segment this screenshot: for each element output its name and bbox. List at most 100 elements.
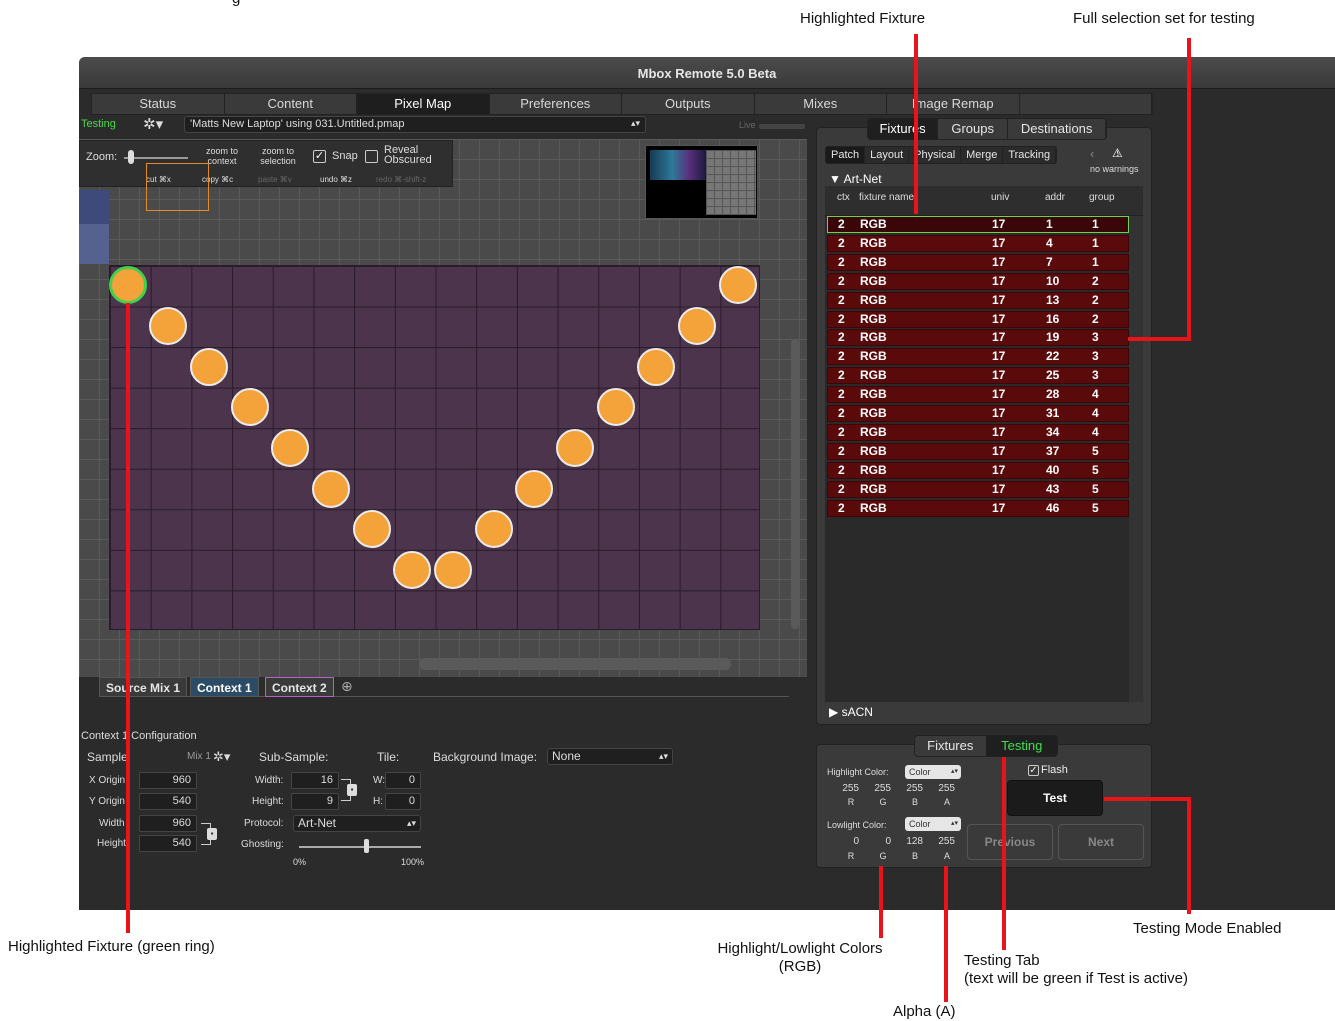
col-ctx[interactable]: ctx	[837, 192, 850, 203]
background-image-select[interactable]: None ▴▾	[547, 748, 673, 765]
next-button[interactable]: Next	[1058, 824, 1144, 860]
tab-pixel-map[interactable]: Pixel Map	[357, 94, 490, 114]
tab-fixtures-test[interactable]: Fixtures	[915, 736, 987, 756]
highlight-r-value[interactable]: 255	[839, 783, 859, 794]
highlight-a-value[interactable]: 255	[935, 783, 955, 794]
tab-status[interactable]: Status	[92, 94, 225, 114]
fixture[interactable]	[434, 551, 472, 589]
vertical-scrollbar[interactable]	[791, 339, 799, 629]
table-row[interactable]: 2 RGB 17 28 4	[827, 386, 1129, 404]
reveal-obscured-checkbox[interactable]	[365, 150, 378, 163]
table-row[interactable]: 2 RGB 17 10 2	[827, 272, 1129, 290]
sample-gear-icon[interactable]: ✲▾	[213, 749, 230, 765]
table-row[interactable]: 2 RGB 17 19 3	[827, 329, 1129, 347]
fixture[interactable]	[271, 429, 309, 467]
lowlight-b-value[interactable]: 128	[903, 836, 923, 847]
tab-context-1[interactable]: Context 1	[190, 677, 259, 697]
protocol-select[interactable]: Art-Net ▴▾	[293, 815, 421, 832]
paste-button[interactable]: paste ⌘v	[258, 175, 292, 185]
pixel-map-canvas[interactable]: Zoom: zoom to context zoom to selection …	[79, 139, 807, 677]
table-row[interactable]: 2 RGB 17 40 5	[827, 461, 1129, 479]
tab-mixes[interactable]: Mixes	[755, 94, 887, 114]
highlight-g-value[interactable]: 255	[871, 783, 891, 794]
fixture-highlighted[interactable]	[109, 266, 147, 304]
ss-width-field[interactable]: 16	[291, 772, 339, 789]
ghosting-slider-knob[interactable]	[364, 839, 370, 853]
lowlight-r-value[interactable]: 0	[839, 836, 859, 847]
y-origin-field[interactable]: 540	[139, 793, 197, 810]
table-row[interactable]: 2 RGB 17 31 4	[827, 405, 1129, 422]
previous-button[interactable]: Previous	[967, 824, 1053, 860]
highlight-b-value[interactable]: 255	[903, 783, 923, 794]
tab-destinations[interactable]: Destinations	[1008, 119, 1106, 139]
lowlight-color-select[interactable]: Color ▴▾	[905, 817, 961, 831]
fixture[interactable]	[475, 510, 513, 548]
subtab-layout[interactable]: Layout	[865, 147, 910, 163]
table-row[interactable]: 2 RGB 17 46 5	[827, 499, 1129, 517]
zoom-slider-knob[interactable]	[128, 150, 134, 164]
pixel-map-file-select[interactable]: 'Matts New Laptop' using 031.Untitled.pm…	[184, 116, 646, 133]
tab-fixtures[interactable]: Fixtures	[868, 119, 939, 139]
snap-checkbox[interactable]: ✓	[313, 150, 326, 163]
flash-checkbox[interactable]: ✓	[1028, 765, 1039, 776]
tile-h-field[interactable]: 0	[385, 793, 421, 810]
fixture[interactable]	[190, 348, 228, 386]
table-row[interactable]: 2 RGB 17 16 2	[827, 310, 1129, 328]
sacn-section-toggle[interactable]: ▶ sACN	[829, 705, 873, 719]
ss-height-field[interactable]: 9	[291, 793, 339, 810]
tab-context-2[interactable]: Context 2	[265, 677, 334, 697]
fixture[interactable]	[353, 510, 391, 548]
table-scrollbar[interactable]	[1129, 216, 1143, 702]
subtab-merge[interactable]: Merge	[961, 147, 1004, 163]
fixture[interactable]	[556, 429, 594, 467]
fixture[interactable]	[515, 470, 553, 508]
fixture[interactable]	[637, 348, 675, 386]
tab-image-remap[interactable]: Image Remap	[887, 94, 1020, 114]
title-bar[interactable]: Mbox Remote 5.0 Beta	[79, 57, 1335, 89]
lowlight-a-value[interactable]: 255	[935, 836, 955, 847]
fixture[interactable]	[719, 266, 757, 304]
table-row[interactable]: 2 RGB 17 1 1	[827, 216, 1129, 233]
tab-outputs[interactable]: Outputs	[622, 94, 755, 114]
tab-testing[interactable]: Testing	[986, 736, 1057, 756]
tab-source-mix-1[interactable]: Source Mix 1	[99, 677, 188, 697]
col-group[interactable]: group	[1089, 192, 1115, 203]
table-row[interactable]: 2 RGB 17 43 5	[827, 480, 1129, 498]
horizontal-scrollbar[interactable]	[419, 658, 731, 670]
lowlight-g-value[interactable]: 0	[871, 836, 891, 847]
highlight-color-select[interactable]: Color ▴▾	[905, 765, 961, 779]
subtab-tracking[interactable]: Tracking	[1003, 147, 1057, 163]
fixture[interactable]	[597, 388, 635, 426]
redo-button[interactable]: redo ⌘-shift-z	[376, 175, 426, 185]
minimap[interactable]	[645, 145, 758, 219]
table-row[interactable]: 2 RGB 17 34 4	[827, 423, 1129, 441]
add-context-icon[interactable]: ⊕	[341, 678, 353, 695]
gear-menu-icon[interactable]: ✲▾	[143, 115, 163, 133]
minimap-viewport[interactable]	[146, 163, 209, 211]
fixture[interactable]	[312, 470, 350, 508]
fixture[interactable]	[393, 551, 431, 589]
x-origin-field[interactable]: 960	[139, 772, 197, 789]
subtab-patch[interactable]: Patch	[826, 147, 866, 163]
test-button[interactable]: Test	[1007, 780, 1103, 816]
tab-content[interactable]: Content	[225, 94, 357, 114]
tile-w-field[interactable]: 0	[385, 772, 421, 789]
table-row[interactable]: 2 RGB 17 22 3	[827, 348, 1129, 366]
subsample-lock-icon[interactable]: ▪	[347, 784, 357, 796]
col-fixture-name[interactable]: fixture name	[859, 192, 914, 203]
artnet-section-toggle[interactable]: ▼ Art-Net	[829, 172, 882, 186]
table-row[interactable]: 2 RGB 17 4 1	[827, 234, 1129, 252]
fixture[interactable]	[149, 307, 187, 345]
size-lock-icon[interactable]: ▪	[207, 828, 217, 840]
table-row[interactable]: 2 RGB 17 37 5	[827, 442, 1129, 460]
width-field[interactable]: 960	[139, 815, 197, 832]
ghosting-slider-track[interactable]	[299, 846, 421, 848]
tab-blank[interactable]	[1020, 94, 1152, 114]
fixture[interactable]	[231, 388, 269, 426]
tab-preferences[interactable]: Preferences	[490, 94, 622, 114]
table-row[interactable]: 2 RGB 17 7 1	[827, 253, 1129, 271]
col-addr[interactable]: addr	[1045, 192, 1065, 203]
flash-toggle[interactable]: ✓ Flash	[1028, 764, 1068, 776]
table-row[interactable]: 2 RGB 17 13 2	[827, 291, 1129, 309]
undo-button[interactable]: undo ⌘z	[320, 175, 352, 185]
